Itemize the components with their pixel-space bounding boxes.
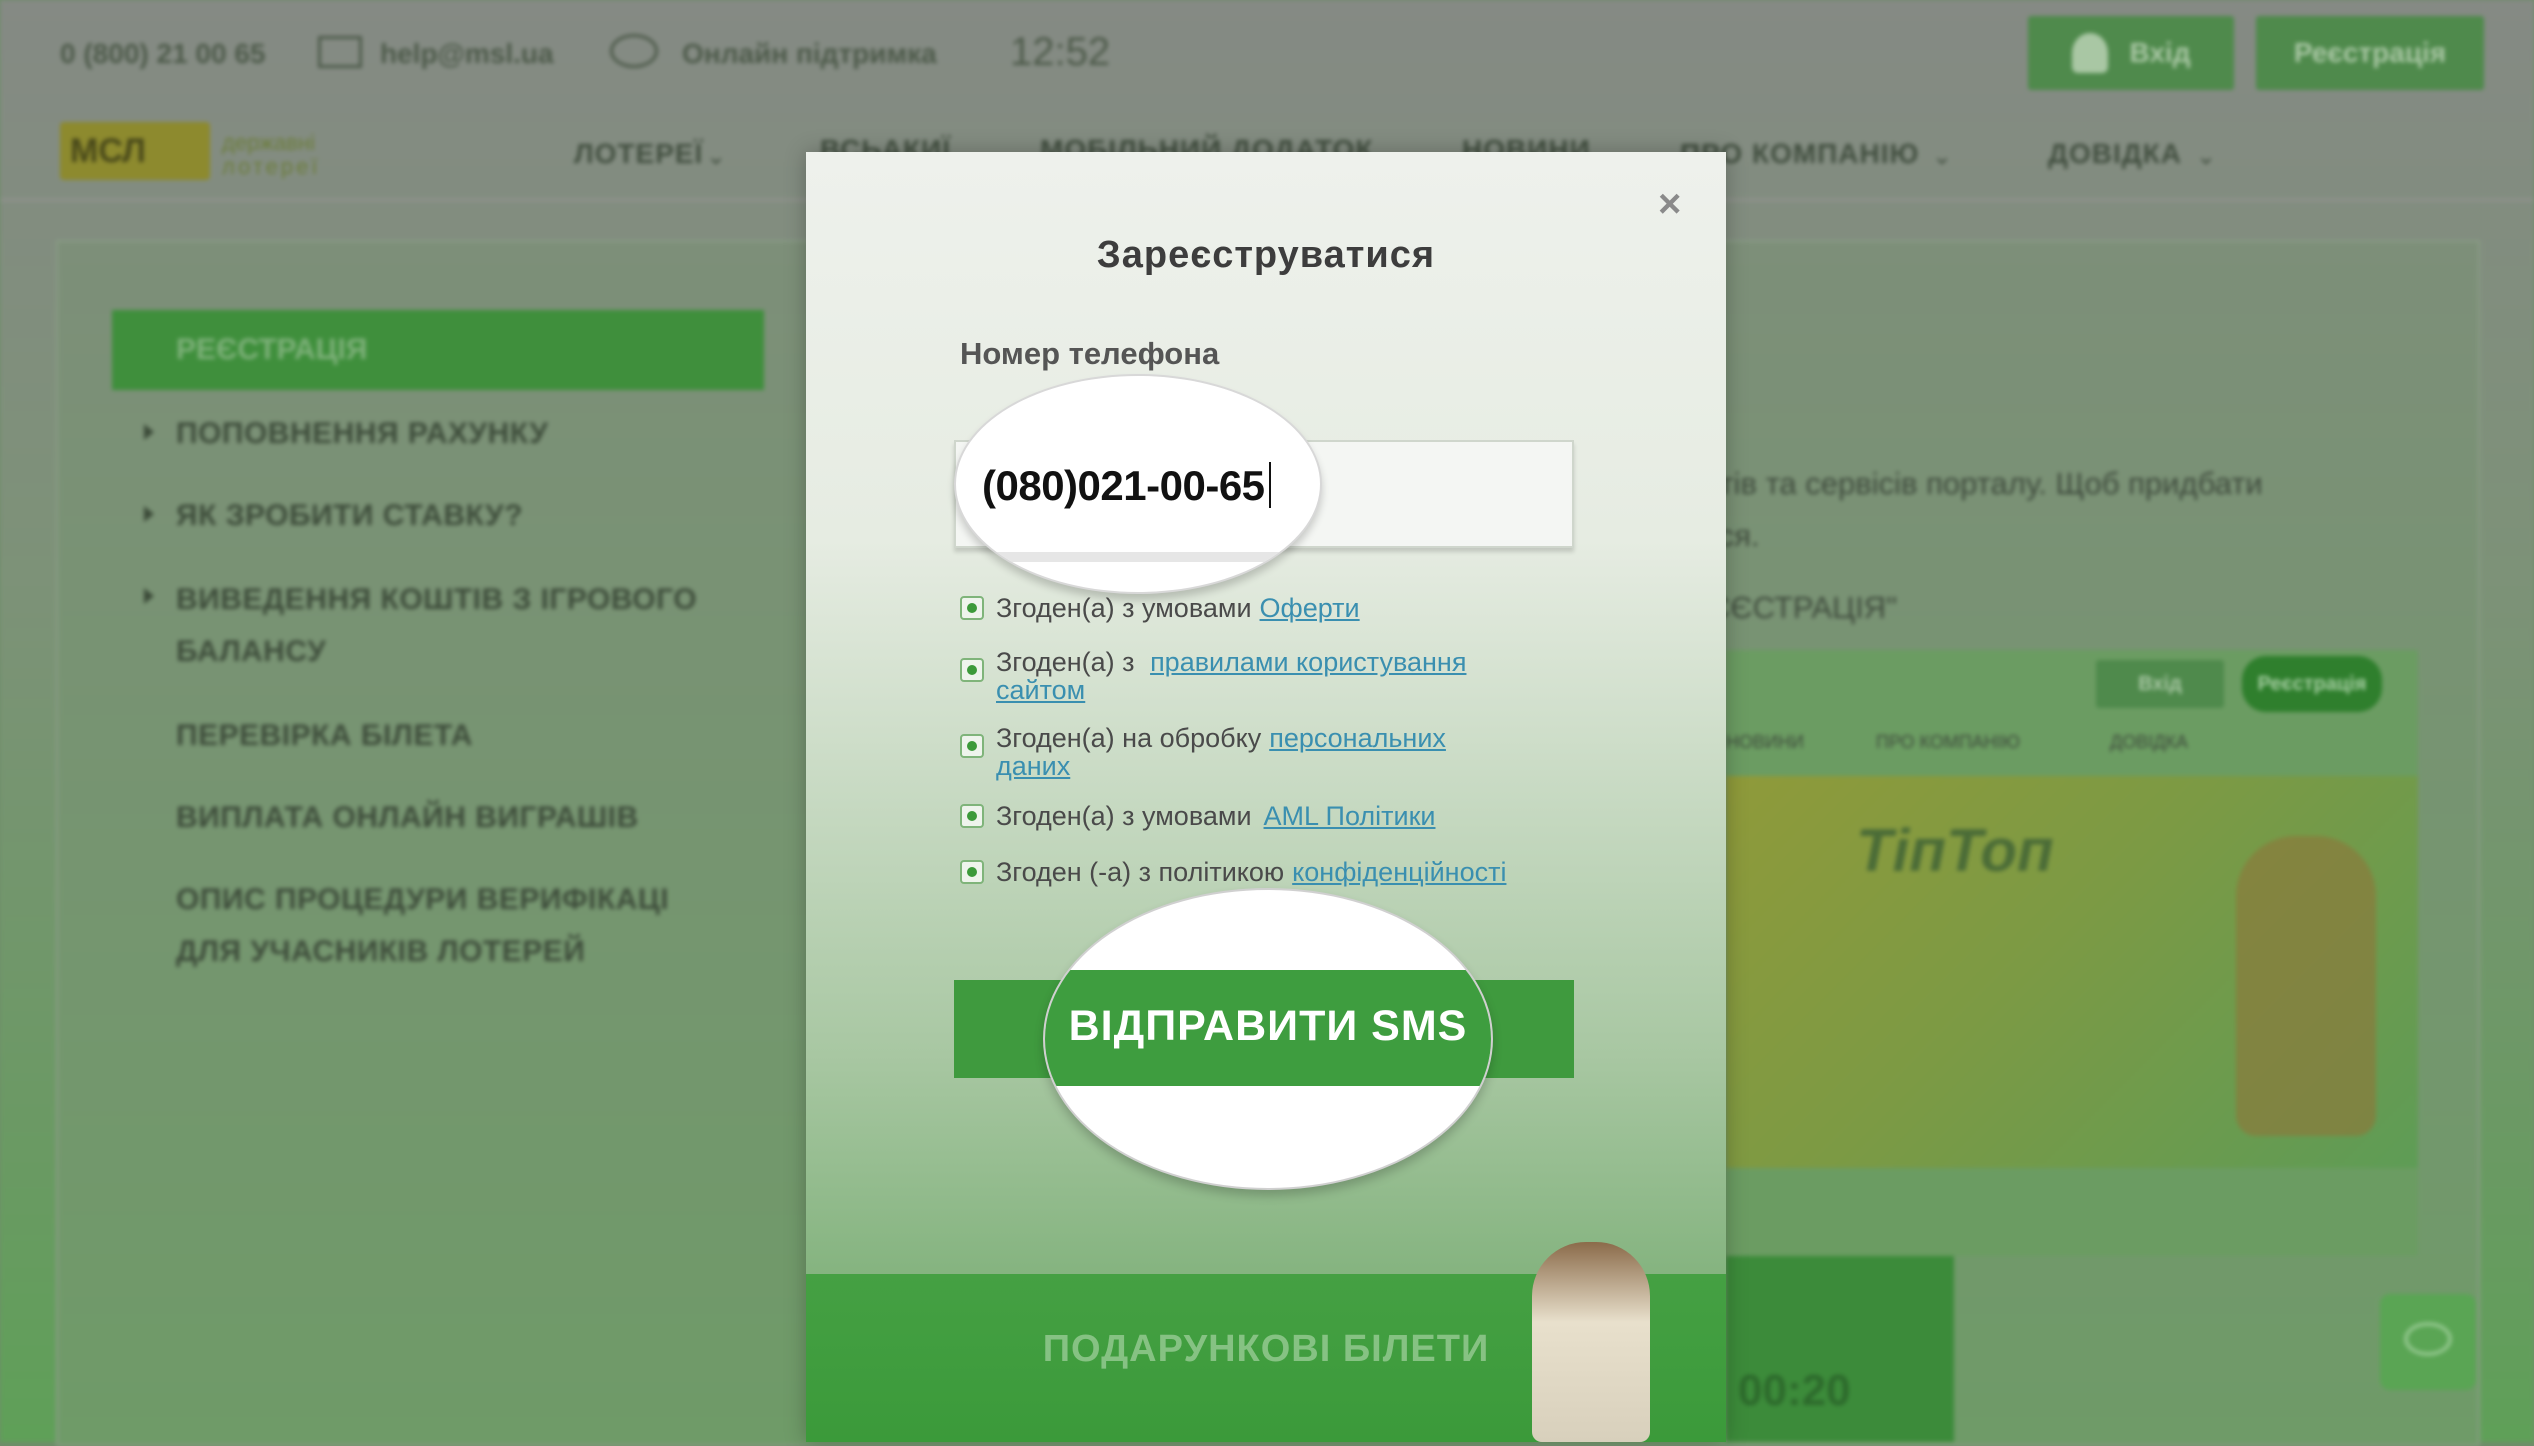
preview-nav-news: НОВИНИ xyxy=(1726,732,1804,752)
sidebar-item-online-payouts[interactable]: ВИПЛАТА ОНЛАЙН ВИГРАШІВ xyxy=(176,792,639,844)
countdown-box: 00:20 xyxy=(1726,1256,1954,1442)
checkbox-aml[interactable] xyxy=(960,804,984,828)
caret-right-icon xyxy=(144,588,154,604)
link-aml-policy[interactable]: AML Політики xyxy=(1264,802,1436,830)
checkbox-privacy[interactable] xyxy=(960,860,984,884)
link-site-rules-2[interactable]: сайтом xyxy=(996,675,1085,705)
nav-lotteries[interactable]: ЛОТЕРЕЇ xyxy=(574,138,703,170)
link-offer[interactable]: Оферти xyxy=(1260,594,1360,622)
link-personal-data-2[interactable]: даних xyxy=(996,751,1070,781)
chat-widget-button[interactable] xyxy=(2380,1294,2476,1390)
link-site-rules[interactable]: правилами користування xyxy=(1150,647,1466,677)
consent-offer: Згоден(а) з умовами Оферти xyxy=(960,594,1360,622)
preview-nav-about: ПРО КОМПАНІЮ xyxy=(1876,732,2020,752)
send-sms-button[interactable]: ВІДПРАВИТИ SMS xyxy=(1045,1002,1491,1051)
chevron-down-icon: ⌄ xyxy=(2196,143,2217,170)
sidebar-item-withdraw[interactable]: ВИВЕДЕННЯ КОШТІВ З ІГРОВОГО xyxy=(176,574,697,626)
clock: 12:52 xyxy=(1010,30,1111,74)
checkbox-offer[interactable] xyxy=(960,596,984,620)
chat-icon xyxy=(610,34,658,68)
user-icon xyxy=(2071,33,2108,73)
text-caret xyxy=(1269,462,1271,508)
field-edge xyxy=(956,552,1320,562)
login-button[interactable]: Вхід xyxy=(2028,16,2234,90)
support-phone[interactable]: 0 (800) 21 00 65 xyxy=(60,38,266,70)
logo[interactable]: МСЛ xyxy=(60,122,210,180)
logo-tagline-1: державні xyxy=(222,130,315,155)
checkbox-personal-data[interactable] xyxy=(960,734,984,758)
caret-right-icon xyxy=(144,506,154,522)
consent-privacy: Згоден (-а) з політикою конфіденційності xyxy=(960,858,1506,886)
support-email[interactable]: help@msl.ua xyxy=(380,38,554,70)
sidebar-item-verification-2[interactable]: ДЛЯ УЧАСНИКІВ ЛОТЕРЕЙ xyxy=(176,926,585,978)
nav-help[interactable]: ДОВІДКА xyxy=(2048,138,2182,170)
link-privacy-policy[interactable]: конфіденційності xyxy=(1292,858,1506,886)
logo-tagline-2: лотереї xyxy=(222,154,321,179)
link-personal-data[interactable]: персональних xyxy=(1269,723,1446,753)
sidebar-item-registration[interactable]: РЕЄСТРАЦІЯ xyxy=(112,310,764,390)
online-support-link[interactable]: Онлайн підтримка xyxy=(682,38,937,70)
promo-person xyxy=(1532,1242,1650,1442)
banner-person xyxy=(2236,836,2376,1136)
sidebar-item-how-to-bet[interactable]: ЯК ЗРОБИТИ СТАВКУ? xyxy=(176,490,523,542)
phone-input-value: (080)021-00-65 xyxy=(982,462,1265,509)
banner-brand: ТіпТоп xyxy=(1856,817,2054,884)
preview-login-button: Вхід xyxy=(2096,660,2224,708)
sidebar-item-verification[interactable]: ОПИС ПРОЦЕДУРИ ВЕРИФІКАЦІ xyxy=(176,874,669,926)
registration-modal: × Зареєструватися Номер телефона Згоден(… xyxy=(806,152,1726,1442)
promo-banner: ТіпТоп xyxy=(1726,776,2418,1168)
send-sms-button-zoom[interactable]: ВІДПРАВИТИ SMS xyxy=(1043,888,1493,1190)
sidebar-item-topup[interactable]: ПОПОВНЕННЯ РАХУНКУ xyxy=(176,408,548,460)
consent-site-rules: Згоден(а) з правилами користування сайто… xyxy=(960,648,1466,704)
register-button[interactable]: Реєстрація xyxy=(2256,16,2484,90)
consent-aml: Згоден(а) з умовами AML Політики xyxy=(960,802,1435,830)
modal-title: Зареєструватися xyxy=(1096,234,1436,276)
preview-nav-help: ДОВІДКА xyxy=(2110,732,2188,752)
content-text-3: ЄЄСТРАЦІЯ" xyxy=(1708,590,1898,625)
consent-personal-data: Згоден(а) на обробку персональних даних xyxy=(960,724,1446,780)
phone-label: Номер телефона xyxy=(960,336,1220,371)
preview-register-button: Реєстрація xyxy=(2242,656,2382,712)
sidebar-item-ticket-check[interactable]: ПЕРЕВІРКА БІЛЕТА xyxy=(176,710,473,762)
chevron-down-icon: ⌄ xyxy=(706,143,727,170)
caret-right-icon xyxy=(144,424,154,440)
mail-icon xyxy=(318,36,362,68)
phone-input-zoom[interactable]: (080)021-00-65 xyxy=(954,374,1322,594)
checkbox-site-rules[interactable] xyxy=(960,658,984,682)
content-text-1: уктів та сервісів порталу. Щоб придбати xyxy=(1690,466,2263,501)
preview-image: Вхід Реєстрація НОВИНИ ПРО КОМПАНІЮ ДОВІ… xyxy=(1726,650,2418,1256)
close-icon[interactable]: × xyxy=(1658,182,1681,227)
chat-bubble-icon xyxy=(2404,1322,2452,1356)
chevron-down-icon: ⌄ xyxy=(1932,143,1953,170)
sidebar-item-withdraw-2[interactable]: БАЛАНСУ xyxy=(176,626,326,678)
